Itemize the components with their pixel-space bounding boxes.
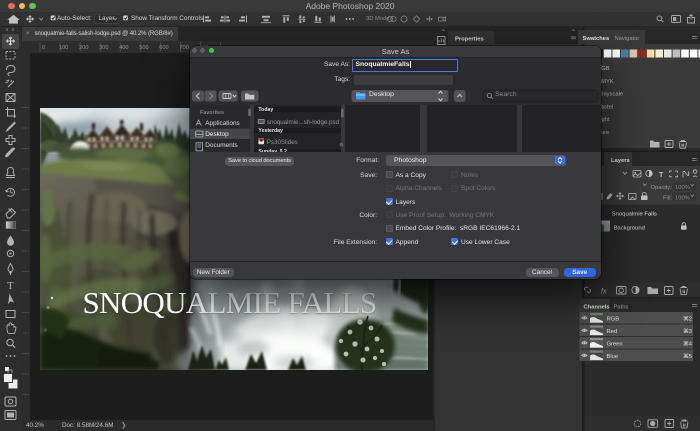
svg-text:500: 500 bbox=[139, 45, 148, 51]
svg-text:Red: Red bbox=[607, 329, 618, 335]
svg-text:⌘2: ⌘2 bbox=[683, 316, 692, 323]
svg-text:Layers: Layers bbox=[611, 158, 630, 164]
svg-text:fx: fx bbox=[601, 289, 607, 296]
svg-text:T: T bbox=[659, 172, 664, 179]
svg-text:Snoqualmie Falls: Snoqualmie Falls bbox=[612, 212, 657, 218]
svg-text:Opacity:: Opacity: bbox=[651, 185, 673, 191]
svg-text:200: 200 bbox=[79, 45, 88, 51]
svg-text:»: » bbox=[572, 28, 575, 34]
svg-text:Paths: Paths bbox=[614, 305, 629, 311]
svg-text:Green: Green bbox=[607, 342, 623, 348]
svg-text:Properties: Properties bbox=[455, 37, 484, 43]
svg-text:Fill:: Fill: bbox=[663, 196, 672, 202]
svg-text:Channels: Channels bbox=[584, 305, 610, 311]
svg-text:300: 300 bbox=[99, 45, 108, 51]
svg-text:Navigator: Navigator bbox=[615, 36, 640, 42]
svg-text:Swatches: Swatches bbox=[583, 36, 610, 42]
svg-text:Background: Background bbox=[614, 226, 645, 232]
svg-text:Blue: Blue bbox=[607, 354, 619, 360]
svg-text:100%: 100% bbox=[675, 196, 690, 202]
svg-text:⌘4: ⌘4 bbox=[683, 341, 693, 348]
svg-text:700: 700 bbox=[179, 45, 188, 51]
svg-text:⌘3: ⌘3 bbox=[683, 328, 692, 335]
svg-text:400: 400 bbox=[119, 45, 128, 51]
svg-text:SNOQUALMIE FALLS: SNOQUALMIE FALLS bbox=[82, 285, 376, 320]
svg-text:100: 100 bbox=[59, 45, 68, 51]
svg-text:«: « bbox=[442, 28, 445, 34]
svg-text:T: T bbox=[7, 280, 14, 292]
svg-text:100%: 100% bbox=[675, 185, 690, 191]
svg-text:600: 600 bbox=[159, 45, 168, 51]
svg-text:⌘5: ⌘5 bbox=[683, 353, 692, 360]
svg-text:0: 0 bbox=[42, 45, 45, 51]
svg-text:RGB: RGB bbox=[607, 317, 620, 323]
